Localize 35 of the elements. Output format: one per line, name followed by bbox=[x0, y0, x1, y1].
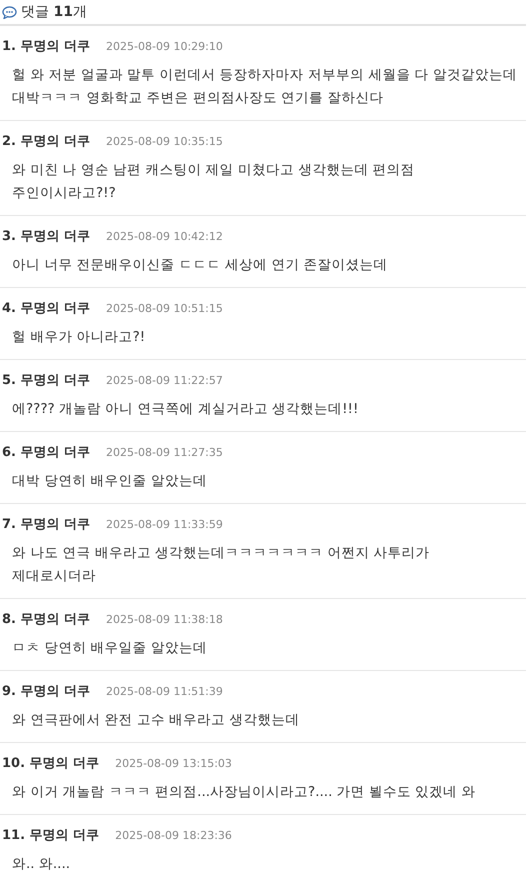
comment-author: 5. 무명의 더쿠 bbox=[2, 372, 90, 389]
comment-time: 2025-08-09 10:35:15 bbox=[106, 135, 223, 148]
comment-time: 2025-08-09 13:15:03 bbox=[115, 757, 232, 770]
comment-time: 2025-08-09 11:22:57 bbox=[106, 374, 223, 387]
comment-text: 와 이거 개놀람 ㅋㅋㅋ 편의점...사장님이시라고?.... 가면 뵐수도 있겠네 와 bbox=[11, 783, 477, 802]
comment-text: 와 나도 연극 배우라고 생각했는데ㅋㅋㅋㅋㅋㅋㅋ 어쩐지 사투리가 제대로시더라 bbox=[11, 544, 431, 586]
comment-text: 와 미친 나 영순 남편 캐스팅이 제일 미쳤다고 생각했는데 편의점 주인이시라고?!? bbox=[11, 161, 416, 203]
comment-time: 2025-08-09 10:29:10 bbox=[106, 40, 223, 53]
comment-time: 2025-08-09 11:33:59 bbox=[106, 518, 223, 531]
comment-text: 대박 당연히 배우인줄 알았는데 bbox=[11, 472, 208, 491]
comment-author: 10. 무명의 더쿠 bbox=[2, 755, 100, 772]
comment-time: 2025-08-09 10:51:15 bbox=[106, 302, 223, 315]
comment-author: 4. 무명의 더쿠 bbox=[2, 300, 90, 317]
comment-author: 3. 무명의 더쿠 bbox=[2, 228, 90, 245]
comment-text: 헐 배우가 아니라고?! bbox=[11, 328, 146, 347]
comment-text: ㅁㅊ 당연히 배우일줄 알았는데 bbox=[11, 639, 208, 658]
comment-author: 8. 무명의 더쿠 bbox=[2, 611, 90, 628]
comment-icon bbox=[2, 6, 17, 18]
comment-text: 와.. 와.... bbox=[11, 855, 72, 874]
comment-text: 에???? 개놀람 아니 연극쪽에 계실거라고 생각했는데!!! bbox=[11, 400, 360, 419]
comment-author: 6. 무명의 더쿠 bbox=[2, 444, 90, 461]
comment-author: 7. 무명의 더쿠 bbox=[2, 516, 90, 533]
comment-time: 2025-08-09 11:38:18 bbox=[106, 613, 223, 626]
comment-text: 와 연극판에서 완전 고수 배우라고 생각했는데 bbox=[11, 711, 300, 730]
comment-time: 2025-08-09 18:23:36 bbox=[115, 829, 232, 842]
comment-time: 2025-08-09 11:27:35 bbox=[106, 446, 223, 459]
comment-time: 2025-08-09 11:51:39 bbox=[106, 685, 223, 698]
comment-author: 11. 무명의 더쿠 bbox=[2, 827, 100, 844]
comment-text: 아니 너무 전문배우이신줄 ㄷㄷㄷ 세상에 연기 존잘이셨는데 bbox=[11, 256, 389, 275]
comment-text: 헐 와 저분 얼굴과 말투 이런데서 등장하자마자 저부부의 세월을 다 알것같았는데 대박ㅋㅋㅋ 영화학교 주변은 편의점사장도 연기를 잘하신다 bbox=[11, 66, 518, 108]
comment-time: 2025-08-09 10:42:12 bbox=[106, 230, 223, 243]
comment-count: 댓글 11개 bbox=[21, 3, 87, 21]
comment-author: 2. 무명의 더쿠 bbox=[2, 133, 90, 150]
comment-author: 9. 무명의 더쿠 bbox=[2, 683, 90, 700]
comment-author: 1. 무명의 더쿠 bbox=[2, 38, 90, 55]
